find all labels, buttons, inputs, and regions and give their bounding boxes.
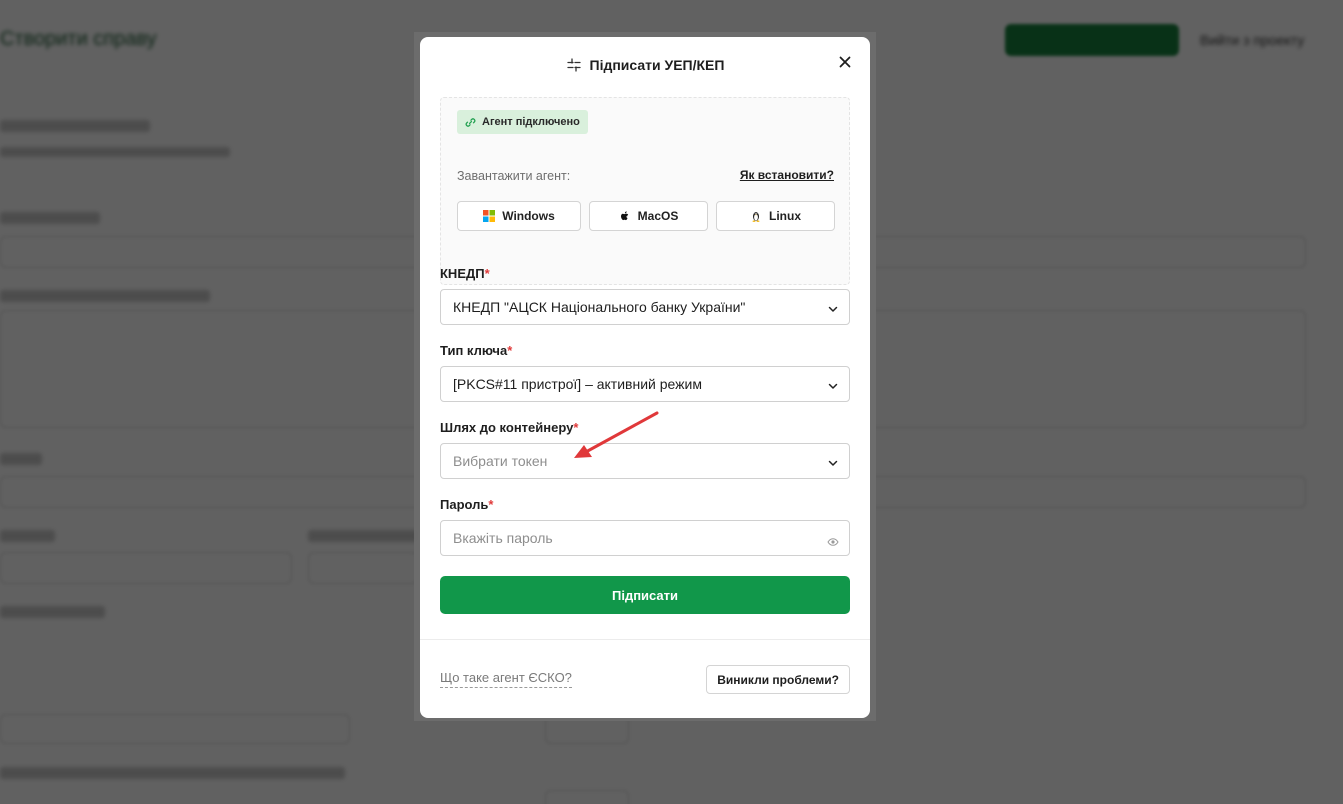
sign-dialog: Підписати УЕП/КЕП Агент підключено Заван… xyxy=(420,37,870,718)
password-placeholder: Вкажіть пароль xyxy=(453,530,553,546)
password-field[interactable]: Вкажіть пароль xyxy=(440,520,850,556)
key-type-label: Тип ключа* xyxy=(440,343,513,358)
sign-submit-button[interactable]: Підписати xyxy=(440,576,850,614)
chevron-down-icon xyxy=(827,379,839,391)
link-icon xyxy=(465,117,476,128)
kned-select[interactable]: КНЕДП "АЦСК Національного банку України" xyxy=(440,289,850,325)
dialog-title: Підписати УЕП/КЕП xyxy=(589,57,725,73)
container-path-placeholder: Вибрати токен xyxy=(453,453,548,469)
kned-selected-value: КНЕДП "АЦСК Національного банку України" xyxy=(453,299,746,315)
linux-download-button[interactable]: Linux xyxy=(716,201,835,231)
linux-icon xyxy=(750,210,762,222)
agent-panel: Агент підключено Завантажити агент: Як в… xyxy=(440,97,850,285)
apple-icon xyxy=(619,210,631,222)
chevron-down-icon xyxy=(827,302,839,314)
windows-label: Windows xyxy=(502,209,555,223)
linux-label: Linux xyxy=(769,209,801,223)
agent-status-text: Агент підключено xyxy=(482,116,580,128)
problems-button[interactable]: Виникли проблеми? xyxy=(706,665,850,694)
container-path-select[interactable]: Вибрати токен xyxy=(440,443,850,479)
macos-download-button[interactable]: MacOS xyxy=(589,201,708,231)
macos-label: MacOS xyxy=(637,209,679,223)
dialog-header: Підписати УЕП/КЕП xyxy=(420,37,870,93)
how-to-install-link[interactable]: Як встановити? xyxy=(740,168,834,182)
what-is-agent-link[interactable]: Що таке агент ЄСКО? xyxy=(440,670,572,688)
footer-divider xyxy=(420,639,870,640)
kned-label: КНЕДП* xyxy=(440,266,490,281)
windows-download-button[interactable]: Windows xyxy=(457,201,581,231)
close-icon[interactable] xyxy=(836,53,854,71)
key-type-select[interactable]: [PKCS#11 пристрої] – активний режим xyxy=(440,366,850,402)
key-type-selected-value: [PKCS#11 пристрої] – активний режим xyxy=(453,376,702,392)
download-agent-label: Завантажити агент: xyxy=(457,169,571,183)
agent-status-badge: Агент підключено xyxy=(457,110,588,134)
signature-icon xyxy=(566,57,582,73)
windows-icon xyxy=(483,210,496,222)
chevron-down-icon xyxy=(827,456,839,468)
container-path-label: Шлях до контейнеру* xyxy=(440,420,579,435)
eye-icon[interactable] xyxy=(827,534,839,546)
password-label: Пароль* xyxy=(440,497,494,512)
